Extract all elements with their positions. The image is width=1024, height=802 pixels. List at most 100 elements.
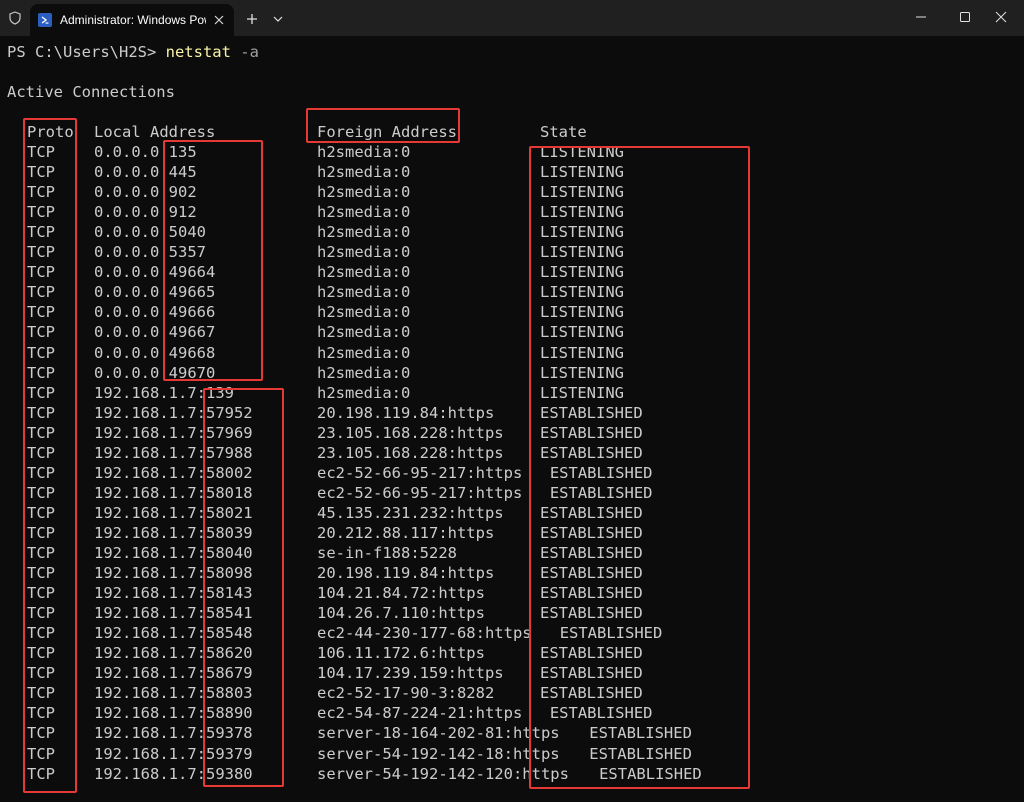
row-state: ESTABLISHED bbox=[540, 584, 643, 603]
row-proto: TCP bbox=[27, 503, 55, 522]
row-proto: TCP bbox=[27, 183, 55, 202]
row-state: ESTABLISHED bbox=[549, 483, 653, 502]
minimize-button[interactable] bbox=[898, 0, 944, 34]
powershell-icon bbox=[38, 13, 52, 27]
new-tab-button[interactable] bbox=[240, 8, 264, 30]
row-foreign-address: server-18-164-202-81:https bbox=[317, 724, 560, 743]
maximize-icon bbox=[960, 12, 970, 22]
table-row: TCP 0.0.0.0:49667 h2smedia:0 LISTENING bbox=[0, 322, 1024, 342]
row-local-address: 0.0.0.0:49670 bbox=[94, 363, 216, 382]
row-local-address: 0.0.0.0:5040 bbox=[94, 223, 206, 242]
row-state: ESTABLISHED bbox=[589, 744, 692, 763]
table-row: TCP 0.0.0.0:912 h2smedia:0 LISTENING bbox=[0, 202, 1024, 222]
row-foreign-address: se-in-f188:5228 bbox=[317, 544, 457, 562]
row-local-address: 0.0.0.0:5357 bbox=[94, 243, 206, 262]
row-proto: TCP bbox=[27, 263, 55, 282]
row-proto: TCP bbox=[27, 423, 55, 442]
row-local-address: 192.168.1.7:58548 bbox=[94, 624, 253, 643]
admin-shield-icon[interactable] bbox=[4, 6, 26, 30]
table-row: TCP 192.168.1.7:58679 104.17.239.159:https… bbox=[0, 663, 1024, 683]
header-local-address: Local Address bbox=[94, 123, 216, 141]
terminal-output[interactable]: PS C:\Users\H2S> netstat -a Active Conne… bbox=[0, 36, 1024, 802]
row-state: LISTENING bbox=[540, 363, 624, 382]
row-foreign-address: 45.135.231.232:https bbox=[317, 503, 504, 522]
row-proto: TCP bbox=[27, 243, 55, 262]
row-proto: TCP bbox=[27, 483, 55, 502]
row-local-address: 0.0.0.0:49664 bbox=[94, 263, 216, 282]
minimize-icon bbox=[916, 16, 926, 18]
row-local-address: 192.168.1.7:58098 bbox=[94, 564, 253, 583]
close-icon bbox=[995, 11, 1007, 23]
row-local-address: 192.168.1.7:59378 bbox=[94, 724, 253, 743]
row-foreign-address: 20.212.88.117:https bbox=[317, 523, 495, 542]
prompt: PS C:\Users\H2S> bbox=[7, 43, 166, 61]
table-row: TCP 192.168.1.7:58002 ec2-52-66-95-217:htt… bbox=[0, 463, 1024, 483]
row-foreign-address: server-54-192-142-18:https bbox=[317, 744, 560, 763]
row-local-address: 192.168.1.7:58620 bbox=[94, 644, 253, 663]
row-proto: TCP bbox=[27, 764, 55, 783]
row-state: LISTENING bbox=[540, 203, 624, 222]
row-local-address: 0.0.0.0:49665 bbox=[94, 283, 216, 302]
row-proto: TCP bbox=[27, 343, 55, 362]
row-local-address: 192.168.1.7:58039 bbox=[94, 523, 253, 542]
row-foreign-address: ec2-44-230-177-68:https bbox=[317, 624, 532, 643]
tab-title: Administrator: Windows PowerShell bbox=[60, 13, 206, 27]
tab-dropdown-button[interactable] bbox=[268, 8, 288, 30]
row-foreign-address: h2smedia:0 bbox=[317, 303, 411, 322]
row-local-address: 192.168.1.7:139 bbox=[94, 383, 234, 402]
row-state: LISTENING bbox=[540, 303, 624, 322]
row-foreign-address: 104.21.84.72:https bbox=[317, 584, 485, 603]
row-local-address: 0.0.0.0:49667 bbox=[94, 323, 216, 342]
row-local-address: 192.168.1.7:59380 bbox=[94, 764, 253, 783]
row-foreign-address: h2smedia:0 bbox=[317, 263, 411, 282]
table-row: TCP 192.168.1.7:58541 104.26.7.110:https ES… bbox=[0, 603, 1024, 623]
row-local-address: 0.0.0.0:49668 bbox=[94, 343, 216, 362]
row-local-address: 0.0.0.0:445 bbox=[94, 163, 197, 182]
row-state: LISTENING bbox=[540, 283, 624, 302]
header-proto: Proto bbox=[27, 123, 74, 141]
table-header: Proto Local Address Foreign Address Stat… bbox=[0, 122, 1024, 142]
row-foreign-address: 104.26.7.110:https bbox=[317, 604, 485, 623]
row-proto: TCP bbox=[27, 403, 55, 422]
row-local-address: 192.168.1.7:57952 bbox=[94, 403, 253, 422]
table-row: TCP 0.0.0.0:5357 h2smedia:0 LISTENING bbox=[0, 242, 1024, 262]
table-row: TCP 192.168.1.7:59378 server-18-164-202-81… bbox=[0, 723, 1024, 743]
row-proto: TCP bbox=[27, 463, 55, 482]
table-row: TCP 192.168.1.7:59379 server-54-192-142-18… bbox=[0, 744, 1024, 764]
header-state: State bbox=[540, 123, 587, 141]
row-state: ESTABLISHED bbox=[559, 624, 663, 643]
row-foreign-address: h2smedia:0 bbox=[317, 143, 411, 161]
row-proto: TCP bbox=[27, 443, 55, 462]
table-row: TCP 0.0.0.0:49664 h2smedia:0 LISTENING bbox=[0, 262, 1024, 282]
chevron-down-icon bbox=[273, 16, 283, 22]
row-local-address: 192.168.1.7:58021 bbox=[94, 503, 253, 522]
row-local-address: 0.0.0.0:135 bbox=[94, 143, 197, 161]
row-local-address: 192.168.1.7:58803 bbox=[94, 684, 253, 703]
row-proto: TCP bbox=[27, 523, 55, 542]
command-parameter: -a bbox=[230, 43, 259, 61]
close-tab-icon[interactable] bbox=[211, 12, 227, 28]
row-state: LISTENING bbox=[540, 143, 624, 161]
row-proto: TCP bbox=[27, 544, 55, 562]
row-state: LISTENING bbox=[540, 383, 624, 402]
row-proto: TCP bbox=[27, 744, 55, 763]
row-proto: TCP bbox=[27, 223, 55, 242]
row-proto: TCP bbox=[27, 664, 55, 683]
row-local-address: 192.168.1.7:58040 bbox=[94, 544, 253, 562]
row-proto: TCP bbox=[27, 283, 55, 302]
close-window-button[interactable] bbox=[978, 0, 1024, 34]
row-state: ESTABLISHED bbox=[540, 644, 643, 663]
row-state: LISTENING bbox=[540, 263, 624, 282]
row-local-address: 192.168.1.7:57969 bbox=[94, 423, 253, 442]
row-proto: TCP bbox=[27, 684, 55, 703]
tab-powershell[interactable]: Administrator: Windows PowerShell bbox=[30, 4, 234, 36]
row-foreign-address: ec2-52-66-95-217:https bbox=[317, 463, 523, 482]
table-row: TCP 192.168.1.7:58021 45.135.231.232:https… bbox=[0, 503, 1024, 523]
section-heading: Active Connections bbox=[7, 83, 175, 101]
row-foreign-address: 23.105.168.228:https bbox=[317, 443, 504, 462]
row-state: ESTABLISHED bbox=[540, 544, 643, 562]
command: netstat bbox=[165, 43, 231, 61]
row-proto: TCP bbox=[27, 163, 55, 182]
row-local-address: 0.0.0.0:49666 bbox=[94, 303, 216, 322]
terminal-window: Administrator: Windows PowerShell bbox=[0, 0, 1024, 802]
